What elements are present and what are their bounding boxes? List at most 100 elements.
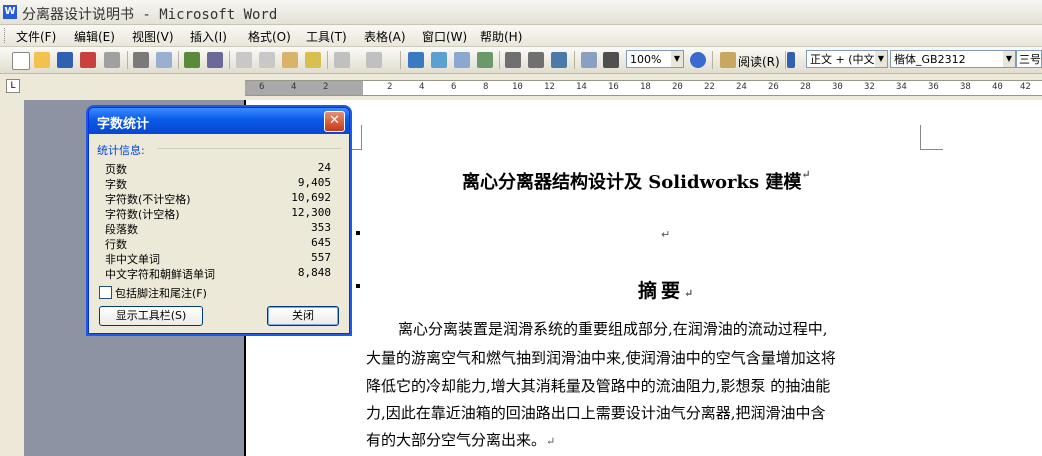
redo-icon[interactable]: [366, 52, 382, 68]
style-value: 正文 + (中文: [810, 53, 875, 66]
drawing-icon[interactable]: [528, 52, 544, 68]
size-combo[interactable]: 三号: [1016, 50, 1042, 68]
show-toolbar-button[interactable]: 显示工具栏(S): [99, 306, 203, 326]
chevron-down-icon[interactable]: ▼: [875, 51, 887, 67]
email-icon[interactable]: [104, 52, 120, 68]
close-button[interactable]: 关闭: [267, 306, 339, 326]
ruler-tick: 30: [832, 82, 843, 92]
document-title[interactable]: 离心分离器结构设计及 Solidworks 建模 ↵: [462, 168, 811, 194]
toolbar-separator: [327, 51, 328, 69]
save-icon[interactable]: [57, 52, 73, 68]
style-combo[interactable]: 正文 + (中文 ▼: [806, 50, 888, 68]
permission-icon[interactable]: [80, 52, 96, 68]
paragraph-mark: ↵: [546, 435, 556, 448]
ruler-tick: 6: [451, 82, 457, 92]
stat-label: 字符数(计空格): [105, 208, 180, 221]
cut-icon[interactable]: [236, 52, 252, 68]
tab-selector[interactable]: L: [6, 79, 20, 93]
menu-help[interactable]: 帮助(H): [480, 28, 522, 45]
spelling-icon[interactable]: [184, 52, 200, 68]
toolbar-options-icon[interactable]: [787, 52, 795, 68]
abstract-heading[interactable]: 摘要↵: [638, 276, 693, 303]
menu-table[interactable]: 表格(A): [364, 28, 406, 45]
paste-icon[interactable]: [282, 52, 298, 68]
close-icon[interactable]: ✕: [324, 111, 345, 132]
stat-value: 10,692: [291, 191, 331, 204]
toolbar-separator: [400, 51, 401, 69]
print-icon[interactable]: [133, 52, 149, 68]
show-hide-icon[interactable]: [581, 52, 597, 68]
insert-excel-icon[interactable]: [477, 52, 493, 68]
new-document-icon[interactable]: [12, 52, 30, 70]
ruler-tick: 4: [419, 82, 425, 92]
size-value: 三号: [1019, 53, 1041, 66]
stat-value: 8,848: [297, 266, 331, 279]
menu-tools[interactable]: 工具(T): [306, 28, 347, 45]
font-combo[interactable]: 楷体_GB2312 ▼: [890, 50, 1016, 68]
page-corner-mark: [920, 125, 943, 150]
body-line[interactable]: 离心分离装置是润滑系统的重要组成部分,在润滑油的流动过程中,: [398, 318, 828, 339]
ruler-tick: 18: [640, 82, 651, 92]
body-line[interactable]: 力,因此在靠近油箱的回油路出口上需要设计油气分离器,把润滑油中含: [366, 402, 826, 423]
print-preview-icon[interactable]: [156, 52, 172, 68]
read-button[interactable]: 阅读(R): [738, 53, 780, 70]
paragraph-mark: ↵: [801, 168, 811, 181]
undo-icon[interactable]: [334, 52, 350, 68]
dialog-title: 字数统计: [97, 117, 150, 132]
document-title-text: 离心分离器结构设计及 Solidworks 建模: [462, 172, 802, 193]
read-icon[interactable]: [720, 52, 736, 68]
ruler-tick: 34: [896, 82, 907, 92]
body-line[interactable]: 大量的游离空气和燃气抽到润滑油中来,使润滑油中的空气含量增加这将: [366, 347, 836, 368]
paragraph-mark-icon[interactable]: [603, 52, 619, 68]
stat-row: 中文字符和朝鲜语单词 8,848: [105, 266, 331, 281]
stat-value: 12,300: [291, 206, 331, 219]
menu-window[interactable]: 窗口(W): [422, 28, 467, 45]
hyperlink-icon[interactable]: [408, 52, 424, 68]
menu-format[interactable]: 格式(O): [248, 28, 291, 45]
horizontal-ruler[interactable]: 6 4 2 2 4 6 8 10 12 14 16 18 20 22 24 26…: [245, 80, 1042, 96]
ruler-tick: 38: [960, 82, 971, 92]
toolbar-separator: [785, 51, 786, 69]
research-icon[interactable]: [207, 52, 223, 68]
ruler-tick: 20: [672, 82, 683, 92]
document-map-icon[interactable]: [551, 52, 567, 68]
open-folder-icon[interactable]: [34, 52, 50, 68]
stat-row: 段落数 353: [105, 221, 331, 236]
menu-view[interactable]: 视图(V): [132, 28, 174, 45]
stat-label: 非中文单词: [105, 253, 160, 266]
include-footnotes-checkbox[interactable]: [99, 286, 112, 299]
stat-label: 段落数: [105, 223, 138, 236]
abstract-heading-text: 摘要: [638, 280, 685, 302]
menu-edit[interactable]: 编辑(E): [74, 28, 115, 45]
chevron-down-icon[interactable]: ▼: [1003, 51, 1015, 67]
stat-value: 24: [317, 161, 331, 174]
body-line-last[interactable]: 有的大部分空气分离出来。↵: [366, 429, 555, 450]
stat-value: 9,405: [297, 176, 331, 189]
ruler-row: L 6 4 2 2 4 6 8 10 12 14 16 18 20 22 24 …: [0, 74, 1042, 100]
help-icon[interactable]: [690, 52, 706, 68]
menu-insert[interactable]: 插入(I): [190, 28, 227, 45]
insert-table-icon[interactable]: [454, 52, 470, 68]
menu-file[interactable]: 文件(F): [16, 28, 56, 45]
tables-borders-icon[interactable]: [431, 52, 447, 68]
ruler-tick: 36: [928, 82, 939, 92]
chevron-down-icon[interactable]: ▼: [671, 51, 683, 67]
toolbar-separator: [712, 51, 713, 69]
dialog-title-bar[interactable]: 字数统计: [89, 108, 349, 134]
menu-grip[interactable]: [4, 28, 8, 43]
font-value: 楷体_GB2312: [894, 53, 966, 66]
paragraph-bullet: [356, 231, 360, 235]
stat-row: 字符数(计空格) 12,300: [105, 206, 331, 221]
ruler-tick: 26: [768, 82, 779, 92]
ruler-tick: 4: [291, 82, 297, 92]
zoom-combo[interactable]: 100% ▼: [626, 50, 684, 68]
window-title: 分离器设计说明书 - Microsoft Word: [22, 7, 278, 23]
group-divider: [157, 148, 341, 149]
format-painter-icon[interactable]: [305, 52, 321, 68]
columns-icon[interactable]: [505, 52, 521, 68]
body-line[interactable]: 降低它的冷却能力,增大其消耗量及管路中的流油阻力,影想泵 的抽油能: [366, 375, 830, 396]
ruler-tick: 2: [387, 82, 393, 92]
include-footnotes-label[interactable]: 包括脚注和尾注(F): [115, 285, 207, 301]
stat-value: 353: [311, 221, 331, 234]
copy-icon[interactable]: [259, 52, 275, 68]
